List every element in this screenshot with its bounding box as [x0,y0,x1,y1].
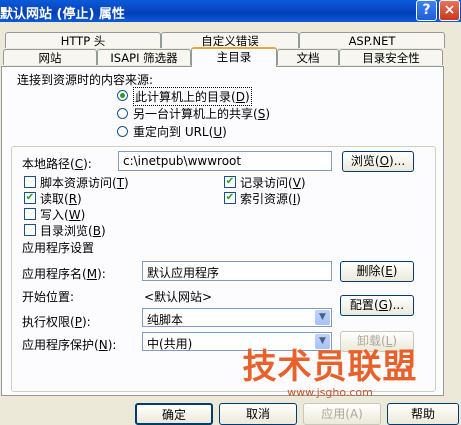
exec-permissions-label: 执行权限(P): [22,315,91,329]
watermark-url: www.jsgho.com [287,386,373,399]
start-point-label: 开始位置: [22,290,75,304]
tab-http-headers[interactable]: HTTP 头 [5,32,161,48]
app-name-label: 应用程序名(M): [22,267,106,281]
write-label: 写入(W) [40,208,86,222]
radio-network-share-label[interactable]: 另一台计算机上的共享(S) [133,105,270,122]
radio-local-directory-label[interactable]: 此计算机上的目录(D) [133,87,252,106]
config-button[interactable]: 配置(G)... [340,295,414,316]
read-label: 读取(R) [40,192,82,206]
directory-browsing-label: 目录浏览(B) [40,224,106,238]
tab-aspnet[interactable]: ASP.NET [299,32,445,48]
radio-redirect-url[interactable] [117,126,128,137]
close-button[interactable]: × [439,0,460,21]
ok-button[interactable]: 确定 [135,403,213,425]
app-protection-label: 应用程序保护(N): [22,338,117,352]
exec-permissions-select[interactable]: 纯脚本 ▼ [142,308,332,327]
tab-documents[interactable]: 文档 [277,49,339,65]
radio-local-directory[interactable] [117,90,128,101]
app-settings-heading: 应用程序设置 [22,241,95,255]
checkbox-directory-browsing[interactable] [24,224,36,236]
tab-website[interactable]: 网站 [3,49,97,65]
radio-redirect-url-label[interactable]: 重定向到 URL(U) [133,123,227,140]
start-point-value: <默认网站> [144,290,213,304]
checkbox-write[interactable] [24,208,36,220]
tab-custom-errors[interactable]: 自定义错误 [161,32,299,48]
index-resource-label: 索引资源(I) [240,192,301,206]
apply-button[interactable]: 应用(A) [303,403,381,425]
help-footer-button[interactable]: 帮助 [387,403,459,425]
local-path-input[interactable]: c:\inetpub\wwwroot [118,151,332,171]
watermark: 技术员联盟 www.jsgho.com [240,348,420,399]
help-button[interactable]: ? [416,0,437,21]
title-bar: 默认网站 (停止) 属性 ? × [0,0,461,22]
tab-home-directory[interactable]: 主目录 [191,47,277,67]
tab-directory-security[interactable]: 目录安全性 [339,49,443,65]
content-source-label: 连接到资源时的内容来源: [17,73,154,87]
exec-permissions-value: 纯脚本 [147,313,184,327]
chevron-down-icon[interactable]: ▼ [315,310,330,325]
window-title: 默认网站 (停止) 属性 [0,7,125,22]
radio-network-share[interactable] [117,108,128,119]
tab-isapi-filters[interactable]: ISAPI 筛选器 [97,49,191,65]
remove-button[interactable]: 删除(E) [340,261,414,282]
local-path-label: 本地路径(C): [22,157,92,171]
checkbox-read[interactable]: ✔ [24,192,36,204]
checkbox-index-resource[interactable]: ✔ [224,192,236,204]
app-name-input[interactable]: 默认应用程序 [142,261,332,281]
script-source-access-label: 脚本资源访问(T) [40,176,129,190]
log-visits-label: 记录访问(V) [240,176,306,190]
checkbox-log-visits[interactable]: ✔ [224,176,236,188]
cancel-button[interactable]: 取消 [219,403,297,425]
browse-button[interactable]: 浏览(O)... [342,151,414,172]
app-protection-value: 中(共用) [147,337,193,351]
watermark-logo-text: 技术员联盟 [242,347,418,387]
checkbox-script-source-access[interactable] [24,176,36,188]
